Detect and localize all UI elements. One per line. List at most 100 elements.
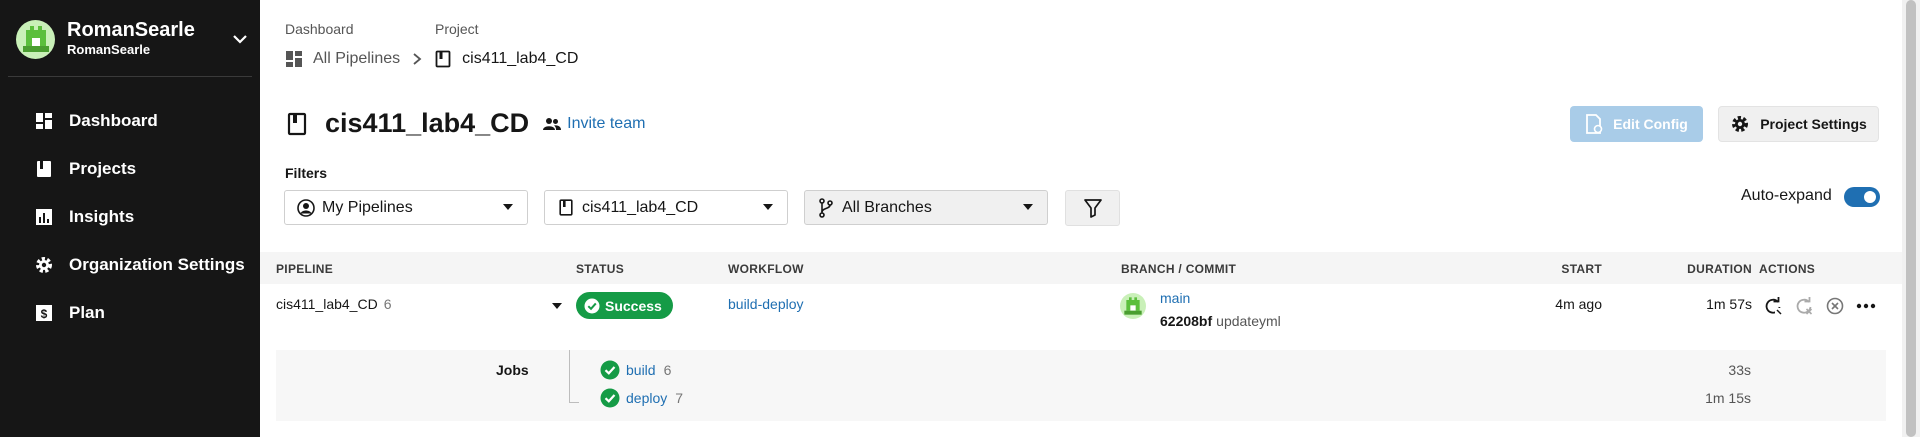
dashboard-icon bbox=[34, 111, 54, 131]
sidebar-item-plan[interactable]: $ Plan bbox=[0, 289, 260, 337]
col-workflow: WORKFLOW bbox=[728, 262, 804, 276]
breadcrumb-level2-label: Project bbox=[435, 21, 479, 37]
pipelines-filter-dropdown[interactable]: My Pipelines bbox=[284, 190, 528, 225]
sidebar-item-dashboard[interactable]: Dashboard bbox=[0, 97, 260, 145]
workflow-link[interactable]: build-deploy bbox=[728, 296, 804, 312]
book-icon bbox=[557, 199, 575, 217]
page-title: cis411_lab4_CD bbox=[325, 108, 530, 138]
branches-filter-value: All Branches bbox=[842, 198, 932, 216]
people-icon bbox=[543, 117, 562, 131]
book-icon bbox=[34, 159, 54, 179]
sidebar-item-label: Projects bbox=[69, 159, 137, 178]
book-icon bbox=[434, 50, 452, 68]
col-duration: DURATION bbox=[1687, 262, 1752, 276]
chevron-right-icon bbox=[412, 52, 422, 66]
check-circle-icon bbox=[600, 388, 620, 408]
status-badge[interactable]: Success bbox=[576, 292, 673, 319]
invite-team-link[interactable]: Invite team bbox=[543, 115, 645, 133]
edit-config-label: Edit Config bbox=[1613, 116, 1688, 132]
sidebar: RomanSearle RomanSearle Dashboard Projec… bbox=[0, 0, 260, 437]
job-number: 6 bbox=[663, 362, 672, 378]
row-actions bbox=[1762, 295, 1886, 317]
jobs-tree-line bbox=[569, 350, 570, 402]
branch-icon bbox=[817, 197, 835, 218]
edit-config-button[interactable]: Edit Config bbox=[1570, 106, 1703, 142]
scrollbar-thumb[interactable] bbox=[1906, 0, 1916, 437]
check-circle-icon bbox=[600, 360, 620, 380]
sidebar-item-label: Plan bbox=[69, 303, 105, 322]
project-filter-value: cis411_lab4_CD bbox=[582, 198, 699, 216]
invite-team-label: Invite team bbox=[567, 114, 646, 132]
caret-down-icon bbox=[503, 204, 513, 210]
caret-down-icon bbox=[763, 204, 773, 210]
table-row: cis411_lab4_CD 6 Success build-deploy mai… bbox=[260, 285, 1902, 349]
job-item-deploy[interactable]: deploy 7 bbox=[600, 388, 683, 408]
project-filter-dropdown[interactable]: cis411_lab4_CD bbox=[544, 190, 788, 225]
col-status: STATUS bbox=[576, 262, 625, 276]
org-switcher[interactable]: RomanSearle RomanSearle bbox=[16, 17, 252, 61]
job-name[interactable]: deploy bbox=[626, 390, 667, 406]
breadcrumb-level1-label: Dashboard bbox=[285, 21, 354, 37]
commit-info[interactable]: 62208bf updateyml bbox=[1160, 313, 1281, 329]
sidebar-item-organization-settings[interactable]: Organization Settings bbox=[0, 241, 260, 289]
sidebar-item-label: Dashboard bbox=[69, 111, 158, 130]
col-pipeline: PIPELINE bbox=[276, 262, 334, 276]
svg-text:$: $ bbox=[41, 307, 48, 321]
pipeline-name[interactable]: cis411_lab4_CD 6 bbox=[276, 296, 392, 312]
rerun-icon[interactable] bbox=[1762, 295, 1784, 317]
main-content: Dashboard Project All Pipelines cis411_l… bbox=[260, 0, 1902, 437]
expand-caret-icon[interactable] bbox=[552, 303, 562, 309]
chart-icon bbox=[34, 207, 54, 227]
sidebar-item-label: Organization Settings bbox=[69, 255, 245, 274]
commit-sha: 62208bf bbox=[1160, 313, 1213, 329]
file-edit-icon bbox=[1585, 114, 1603, 134]
pipelines-filter-value: My Pipelines bbox=[322, 198, 413, 216]
check-circle-icon bbox=[584, 298, 600, 314]
filters-label: Filters bbox=[285, 165, 328, 181]
rerun-failed-icon[interactable] bbox=[1793, 295, 1815, 317]
gear-icon bbox=[1730, 114, 1750, 134]
chevron-down-icon[interactable] bbox=[228, 27, 252, 51]
jobs-panel: Jobs build 6 33s deploy 7 1m 15s bbox=[276, 350, 1886, 421]
dashboard-icon bbox=[285, 50, 303, 68]
jobs-label: Jobs bbox=[496, 362, 529, 378]
status-label: Success bbox=[605, 297, 662, 314]
job-duration: 33s bbox=[1728, 362, 1751, 378]
jobs-tree-branch bbox=[569, 402, 579, 403]
job-duration: 1m 15s bbox=[1705, 390, 1751, 406]
cancel-icon[interactable] bbox=[1824, 295, 1846, 317]
filter-button[interactable] bbox=[1065, 190, 1120, 226]
start-time: 4m ago bbox=[1555, 296, 1602, 312]
pipeline-name-label: cis411_lab4_CD bbox=[276, 296, 378, 312]
sidebar-item-insights[interactable]: Insights bbox=[0, 193, 260, 241]
project-settings-label: Project Settings bbox=[1760, 116, 1867, 132]
branch-link[interactable]: main bbox=[1160, 290, 1190, 306]
job-item-build[interactable]: build 6 bbox=[600, 360, 671, 380]
funnel-icon bbox=[1083, 198, 1102, 218]
more-options-icon[interactable] bbox=[1855, 295, 1877, 317]
sidebar-item-projects[interactable]: Projects bbox=[0, 145, 260, 193]
col-actions: ACTIONS bbox=[1759, 262, 1816, 276]
pipeline-number: 6 bbox=[383, 296, 392, 312]
job-name[interactable]: build bbox=[626, 362, 656, 378]
sidebar-divider bbox=[8, 76, 252, 77]
duration: 1m 57s bbox=[1706, 296, 1752, 312]
breadcrumb: All Pipelines cis411_lab4_CD bbox=[285, 50, 578, 68]
breadcrumb-project[interactable]: cis411_lab4_CD bbox=[462, 50, 578, 68]
org-avatar bbox=[16, 19, 55, 59]
auto-expand-toggle[interactable] bbox=[1844, 187, 1880, 207]
dollar-icon: $ bbox=[34, 303, 54, 323]
job-number: 7 bbox=[675, 390, 684, 406]
caret-down-icon bbox=[1023, 204, 1033, 210]
col-branch-commit: BRANCH / COMMIT bbox=[1121, 262, 1237, 276]
sidebar-item-label: Insights bbox=[69, 207, 135, 226]
page-header: cis411_lab4_CD Invite team bbox=[285, 108, 645, 139]
auto-expand-label: Auto-expand bbox=[1741, 187, 1832, 204]
breadcrumb-all-pipelines[interactable]: All Pipelines bbox=[313, 50, 400, 68]
user-circle-icon bbox=[297, 198, 315, 217]
branches-filter-dropdown[interactable]: All Branches bbox=[804, 190, 1048, 225]
gear-icon bbox=[34, 255, 54, 275]
project-settings-button[interactable]: Project Settings bbox=[1718, 106, 1879, 142]
col-start: START bbox=[1561, 262, 1602, 276]
org-name: RomanSearle bbox=[67, 19, 195, 41]
